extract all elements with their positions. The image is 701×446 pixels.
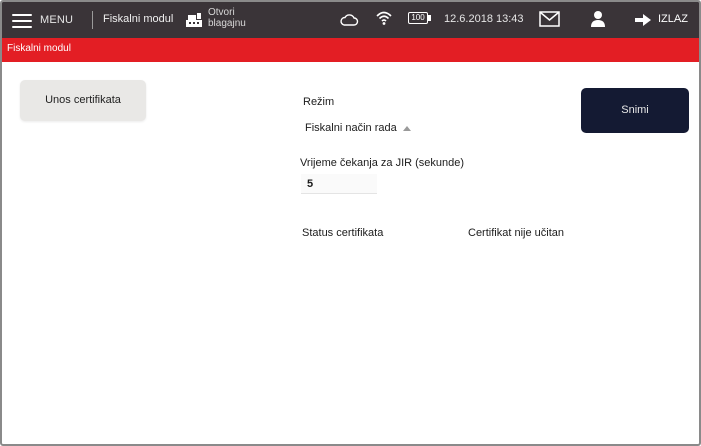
wifi-icon — [376, 11, 392, 25]
certificate-entry-button[interactable]: Unos certifikata — [20, 80, 146, 121]
mail-icon[interactable] — [539, 11, 560, 27]
section-title: Fiskalni modul — [7, 43, 71, 54]
app-window: MENU Fiskalni modul Otvori blagajnu 100 … — [0, 0, 701, 446]
menu-label: MENU — [40, 14, 74, 26]
caret-up-icon — [403, 126, 411, 131]
save-button[interactable]: Snimi — [581, 88, 689, 133]
mode-select[interactable]: Fiskalni način rada — [303, 119, 421, 139]
certificate-status-value: Certifikat nije učitan — [468, 227, 564, 239]
open-register-label[interactable]: Otvori blagajnu — [208, 7, 246, 29]
battery-icon: 100 — [408, 12, 432, 25]
jir-timeout-input[interactable] — [301, 174, 377, 194]
menu-button[interactable]: MENU — [6, 6, 76, 34]
logout-button[interactable]: IZLAZ — [630, 10, 694, 30]
cloud-icon — [340, 14, 359, 26]
module-title: Fiskalni modul — [103, 13, 174, 25]
mode-select-value: Fiskalni način rada — [305, 122, 397, 134]
top-bar: MENU Fiskalni modul Otvori blagajnu 100 … — [2, 2, 699, 38]
battery-level: 100 — [411, 13, 425, 22]
datetime: 12.6.2018 13:43 — [444, 13, 524, 25]
cash-register-icon[interactable] — [185, 12, 203, 28]
jir-timeout-label: Vrijeme čekanja za JIR (sekunde) — [300, 157, 465, 169]
hamburger-icon — [12, 14, 32, 28]
logout-label: IZLAZ — [658, 13, 688, 25]
section-header: Fiskalni modul — [2, 38, 699, 62]
user-icon[interactable] — [590, 10, 606, 28]
mode-label: Režim — [303, 96, 335, 108]
topbar-divider — [92, 11, 93, 29]
logout-arrow-icon — [635, 14, 651, 26]
certificate-status-label: Status certifikata — [302, 227, 384, 239]
